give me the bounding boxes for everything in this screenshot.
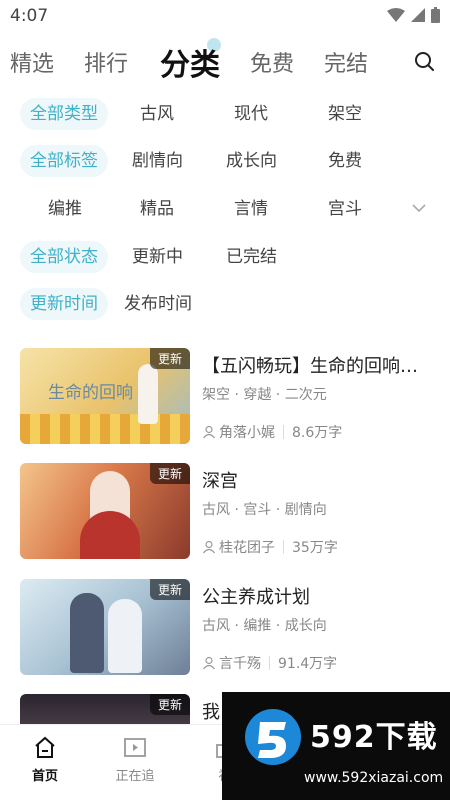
status-time: 4:07 (10, 6, 49, 26)
watermark-brand: 592下载 (310, 720, 438, 755)
status-icons (387, 7, 440, 23)
filter-row-type: 全部类型 古风 现代 架空 (0, 98, 450, 134)
book-word-count: 35万字 (292, 540, 338, 556)
home-icon (35, 736, 55, 758)
chip-type-fictional[interactable]: 架空 (328, 98, 362, 130)
bottom-nav-home[interactable]: 首页 (10, 735, 80, 784)
list-item[interactable]: 更新 深宫 古风 · 宫斗 · 剧情向 桂花团子 35万字 (20, 463, 434, 563)
book-meta: 角落小娓 8.6万字 (202, 422, 342, 442)
battery-icon (431, 7, 440, 23)
tab-featured[interactable]: 精选 (10, 46, 54, 78)
list-item[interactable]: 更新 公主养成计划 古风 · 编推 · 成长向 言千殇 91.4万字 (20, 579, 434, 679)
cover-figure (108, 599, 142, 673)
wifi-icon (387, 8, 405, 22)
filter-row-status: 全部状态 更新中 已完结 (0, 241, 450, 277)
filter-row-sort: 更新时间 发布时间 (0, 288, 450, 324)
chip-all-types[interactable]: 全部类型 (20, 98, 108, 130)
watermark-emblem (245, 709, 301, 765)
chip-tag-palace[interactable]: 宫斗 (328, 193, 362, 225)
chip-type-ancient[interactable]: 古风 (140, 98, 174, 130)
play-screen-icon (124, 738, 146, 757)
filter-row-tags: 全部标签 剧情向 成长向 免费 (0, 145, 450, 181)
update-badge: 更新 (149, 694, 190, 715)
chip-sort-published[interactable]: 发布时间 (124, 288, 192, 320)
book-tags: 古风 · 编推 · 成长向 (202, 618, 327, 634)
chip-all-tags[interactable]: 全部标签 (20, 145, 108, 177)
cover-robe (80, 511, 140, 559)
chip-sort-updated[interactable]: 更新时间 (20, 288, 108, 320)
watermark-url: www.592xiazai.com (304, 770, 444, 786)
signal-icon (411, 8, 425, 22)
cover-title: 生命的回响 (48, 383, 133, 403)
chevron-down-icon[interactable] (410, 199, 428, 217)
chip-status-updating[interactable]: 更新中 (132, 241, 183, 273)
book-cover[interactable]: 生命的回响 更新 (20, 348, 190, 444)
book-author: 言千殇 (219, 656, 261, 672)
chip-type-modern[interactable]: 现代 (234, 98, 268, 130)
book-tags: 古风 · 宫斗 · 剧情向 (202, 502, 327, 518)
update-badge: 更新 (149, 463, 190, 484)
tab-ranking[interactable]: 排行 (84, 46, 128, 78)
meta-divider (283, 425, 284, 439)
bottom-nav-following[interactable]: 正在追 (100, 735, 170, 784)
watermark-logo: 592下载 www.592xiazai.com (222, 692, 450, 800)
filter-row-tags-more: 编推 精品 言情 宫斗 (0, 193, 450, 229)
book-title[interactable]: 【五闪畅玩】生命的回响：... (202, 352, 434, 378)
book-meta: 桂花团子 35万字 (202, 537, 338, 557)
bottom-nav-label: 首页 (31, 769, 58, 784)
update-badge: 更新 (149, 579, 190, 600)
book-tags: 架空 · 穿越 · 二次元 (202, 387, 327, 403)
book-author: 桂花团子 (219, 540, 275, 556)
tab-completed[interactable]: 完结 (324, 46, 368, 78)
chip-tag-free[interactable]: 免费 (328, 145, 362, 177)
list-item[interactable]: 生命的回响 更新 【五闪畅玩】生命的回响：... 架空 · 穿越 · 二次元 角… (20, 348, 434, 448)
chip-tag-growth[interactable]: 成长向 (226, 145, 277, 177)
bottom-nav-label: 正在追 (115, 769, 155, 784)
cover-figure (138, 364, 158, 424)
user-icon (203, 425, 215, 439)
top-nav: 精选 排行 分类 免费 完结 (0, 38, 450, 86)
chip-tag-editor-pick[interactable]: 编推 (48, 193, 82, 225)
chip-tag-plot[interactable]: 剧情向 (132, 145, 183, 177)
sunflower-field (20, 414, 190, 444)
book-title[interactable]: 公主养成计划 (202, 583, 434, 609)
book-cover[interactable]: 更新 (20, 579, 190, 675)
meta-divider (283, 540, 284, 554)
book-cover[interactable]: 更新 (20, 694, 190, 724)
tab-category[interactable]: 分类 (160, 40, 220, 84)
meta-divider (269, 656, 270, 670)
chip-tag-premium[interactable]: 精品 (140, 193, 174, 225)
book-title[interactable]: 深宫 (202, 467, 434, 493)
book-meta: 言千殇 91.4万字 (202, 653, 337, 673)
chip-status-finished[interactable]: 已完结 (226, 241, 277, 273)
tab-free[interactable]: 免费 (250, 46, 294, 78)
user-icon (203, 540, 215, 554)
chip-tag-romance[interactable]: 言情 (234, 193, 268, 225)
status-bar: 4:07 (0, 0, 450, 32)
book-author: 角落小娓 (219, 425, 275, 441)
update-badge: 更新 (149, 348, 190, 369)
book-cover[interactable]: 更新 (20, 463, 190, 559)
user-icon (203, 656, 215, 670)
book-word-count: 8.6万字 (292, 425, 343, 441)
chip-all-status[interactable]: 全部状态 (20, 241, 108, 273)
book-word-count: 91.4万字 (278, 656, 338, 672)
search-icon[interactable] (412, 49, 436, 73)
cover-figure (70, 593, 104, 673)
